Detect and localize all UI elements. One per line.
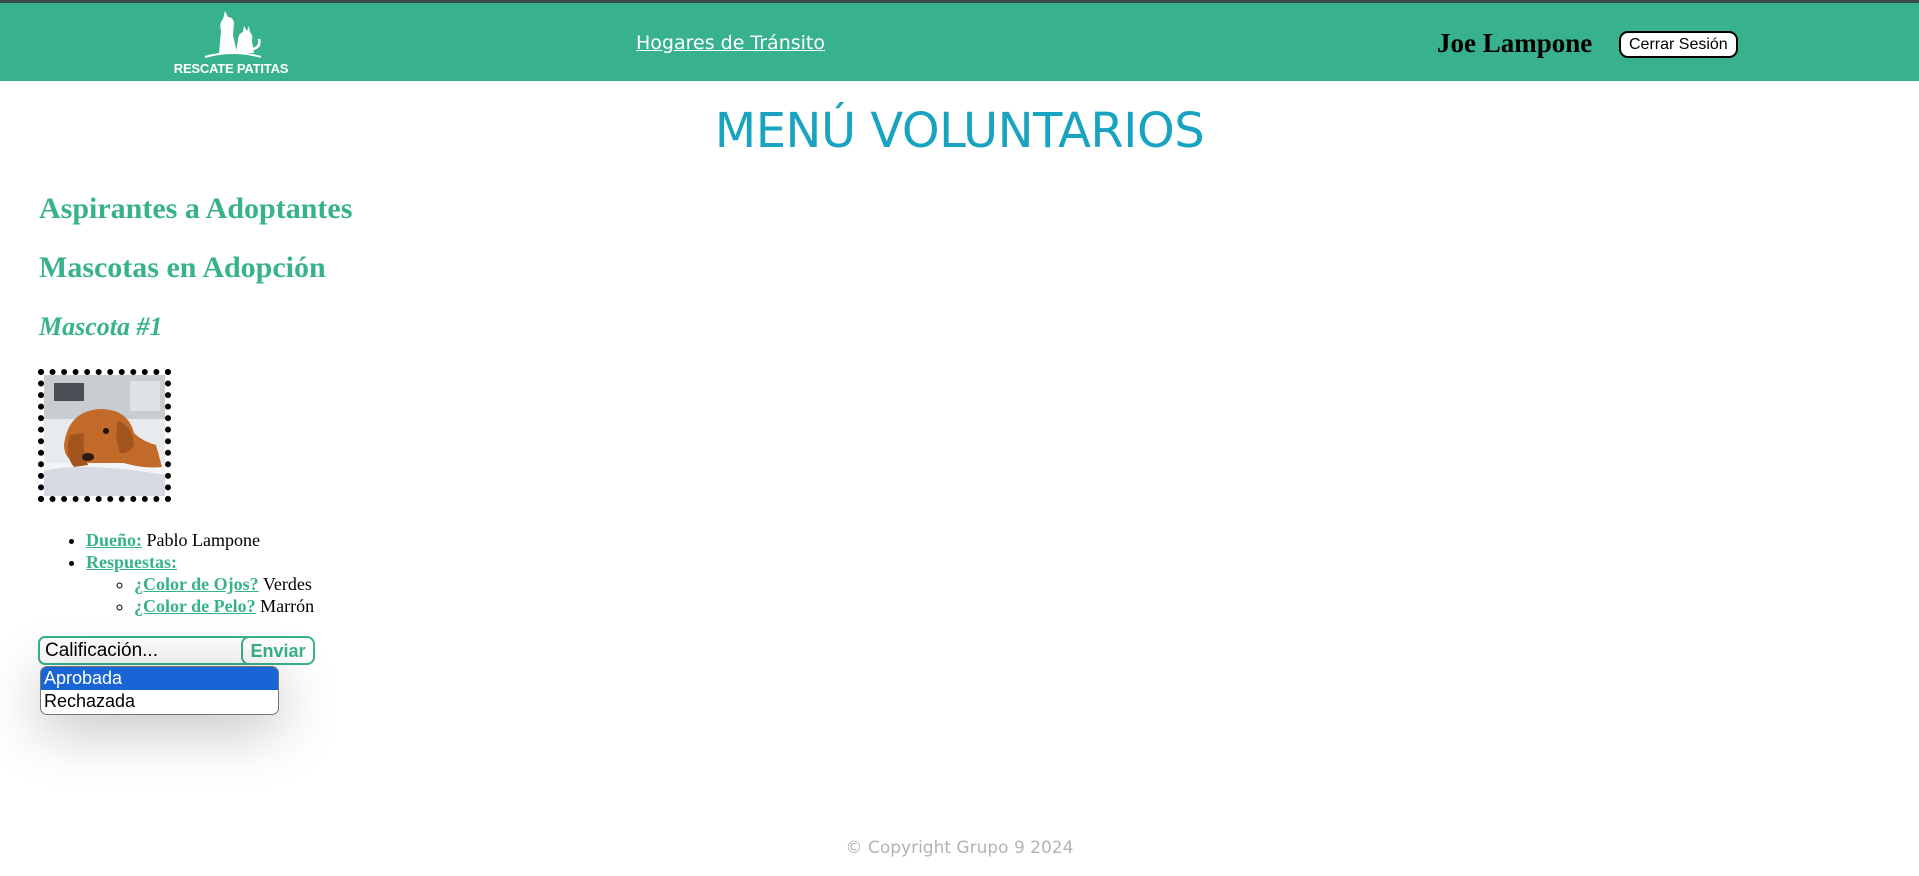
list-item-answers: Respuestas: ¿Color de Ojos? Verdes ¿Colo… — [86, 551, 314, 617]
page-title: MENÚ VOLUNTARIOS — [714, 103, 1205, 159]
list-item-answer: ¿Color de Ojos? Verdes — [134, 573, 314, 595]
dog-photo-image — [44, 375, 165, 496]
list-item-owner: Dueño: Pablo Lampone — [86, 529, 314, 551]
option-aprobada[interactable]: Aprobada — [41, 667, 278, 690]
answers-label[interactable]: Respuestas: — [86, 552, 177, 572]
user-name: Joe Lampone — [1437, 28, 1593, 58]
rating-dropdown: Aprobada Rechazada — [40, 666, 279, 715]
answer-value: Marrón — [260, 596, 315, 616]
list-item-answer: ¿Color de Pelo? Marrón — [134, 595, 314, 617]
site-header: RESCATE PATITAS Hogares de Tránsito Joe … — [0, 3, 1919, 81]
dog-cat-logo-icon — [204, 11, 262, 58]
answer-question[interactable]: ¿Color de Ojos? — [134, 574, 259, 594]
nav-link-hogares[interactable]: Hogares de Tránsito — [636, 32, 825, 54]
send-button[interactable]: Enviar — [241, 636, 315, 665]
answer-question[interactable]: ¿Color de Pelo? — [134, 596, 256, 616]
logo-text: RESCATE PATITAS — [173, 61, 289, 76]
answers-list: ¿Color de Ojos? Verdes ¿Color de Pelo? M… — [86, 573, 314, 617]
answer-value: Verdes — [262, 574, 312, 594]
pet-heading: Mascota #1 — [39, 312, 163, 341]
owner-label[interactable]: Dueño: — [86, 530, 142, 550]
section-mascotas: Mascotas en Adopción — [39, 251, 326, 284]
logout-button[interactable]: Cerrar Sesión — [1619, 31, 1738, 58]
footer-copyright: © Copyright Grupo 9 2024 — [845, 838, 1074, 858]
option-rechazada[interactable]: Rechazada — [41, 690, 278, 713]
rating-select-value: Calificación... — [45, 640, 158, 661]
section-aspirantes: Aspirantes a Adoptantes — [39, 192, 353, 225]
site-logo[interactable]: RESCATE PATITAS — [171, 3, 291, 79]
rating-select[interactable]: Calificación... ⌄ — [38, 636, 275, 665]
pet-photo — [38, 369, 171, 502]
pet-info-list: Dueño: Pablo Lampone Respuestas: ¿Color … — [39, 529, 314, 617]
owner-value: Pablo Lampone — [146, 530, 260, 550]
